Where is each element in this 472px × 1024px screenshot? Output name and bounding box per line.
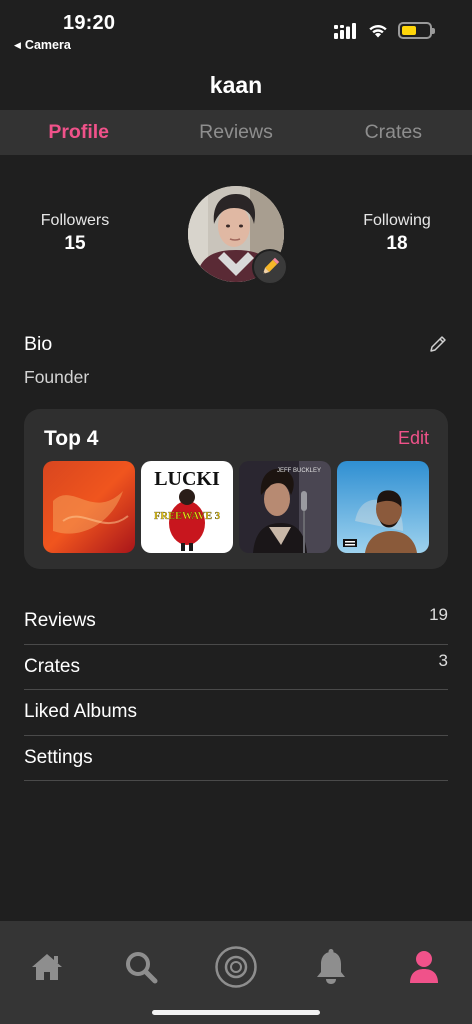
wifi-icon [369,25,387,38]
top4-card: Top 4 Edit LUCKI FREEWAVE 3 JEFF BUCKLEY [24,409,448,569]
bell-icon [317,949,345,984]
tabbar-search[interactable] [117,943,165,991]
top4-album-4[interactable] [337,461,429,553]
tabbar-notifications[interactable] [307,943,355,991]
followers-count: 15 [64,233,86,254]
album-cover-1 [43,461,135,553]
menu-item-label: Crates [24,655,80,677]
menu-item-label: Settings [24,746,93,768]
menu-item-settings[interactable]: Settings [24,736,448,781]
battery-icon [398,22,435,39]
following-stat[interactable]: Following 18 [337,212,457,255]
menu-item-count: 19 [429,605,448,625]
menu-item-label: Reviews [24,610,96,632]
menu-item-reviews[interactable]: Reviews 19 [24,599,448,645]
following-count: 18 [386,233,408,254]
tab-reviews[interactable]: Reviews [157,110,314,155]
avatar-container [188,186,288,285]
album-cover-2: LUCKI FREEWAVE 3 [141,461,233,553]
back-to-app-link[interactable]: ◀ Camera [14,38,71,52]
vinyl-record-icon [215,946,257,988]
page-title: kaan [209,72,263,98]
top4-album-3[interactable]: JEFF BUCKLEY [239,461,331,553]
menu-item-crates[interactable]: Crates 3 [24,645,448,690]
bottom-tab-bar [0,921,472,1024]
home-indicator [152,1010,320,1015]
pencil-icon [262,257,280,275]
status-time: 19:20 [63,12,116,34]
album-3-title: JEFF BUCKLEY [277,468,321,474]
top4-album-1[interactable] [43,461,135,553]
following-label: Following [363,212,431,229]
profile-tabs: Profile Reviews Crates [0,110,472,155]
tab-profile[interactable]: Profile [0,110,157,155]
edit-avatar-button[interactable] [252,249,288,285]
cellular-signal-icon [334,22,356,39]
menu-item-count: 3 [438,650,448,670]
album-cover-3: JEFF BUCKLEY [239,461,331,553]
search-icon [126,952,158,984]
album-2-subtitle: FREEWAVE 3 [154,511,220,522]
system-icons [334,22,435,39]
menu-item-label: Liked Albums [24,701,138,723]
top4-title: Top 4 [44,427,99,450]
pencil-outline-icon [430,336,446,352]
album-cover-4 [337,461,429,553]
bio-text: Founder [24,367,90,387]
profile-menu-list: Reviews 19 Crates 3 Liked Albums Setting… [24,599,448,781]
battery-fill [402,26,417,35]
edit-bio-button[interactable] [428,334,448,359]
menu-item-liked-albums[interactable]: Liked Albums [24,690,448,736]
followers-label: Followers [40,212,110,229]
album-2-title: LUCKI [154,468,220,490]
tabbar-profile[interactable] [400,943,448,991]
top4-album-2[interactable]: LUCKI FREEWAVE 3 [141,461,233,553]
bio-heading: Bio [24,333,53,355]
tab-crates[interactable]: Crates [315,110,472,155]
tabbar-vinyl[interactable] [212,943,260,991]
followers-stat[interactable]: Followers 15 [15,212,135,255]
status-bar: 19:20 ◀ Camera [0,0,472,62]
tabbar-home[interactable] [23,943,71,991]
profile-icon [410,951,438,983]
top4-edit-button[interactable]: Edit [398,428,429,449]
home-icon [32,954,62,980]
back-app-label: Camera [24,38,71,52]
back-triangle-icon: ◀ [14,39,21,50]
